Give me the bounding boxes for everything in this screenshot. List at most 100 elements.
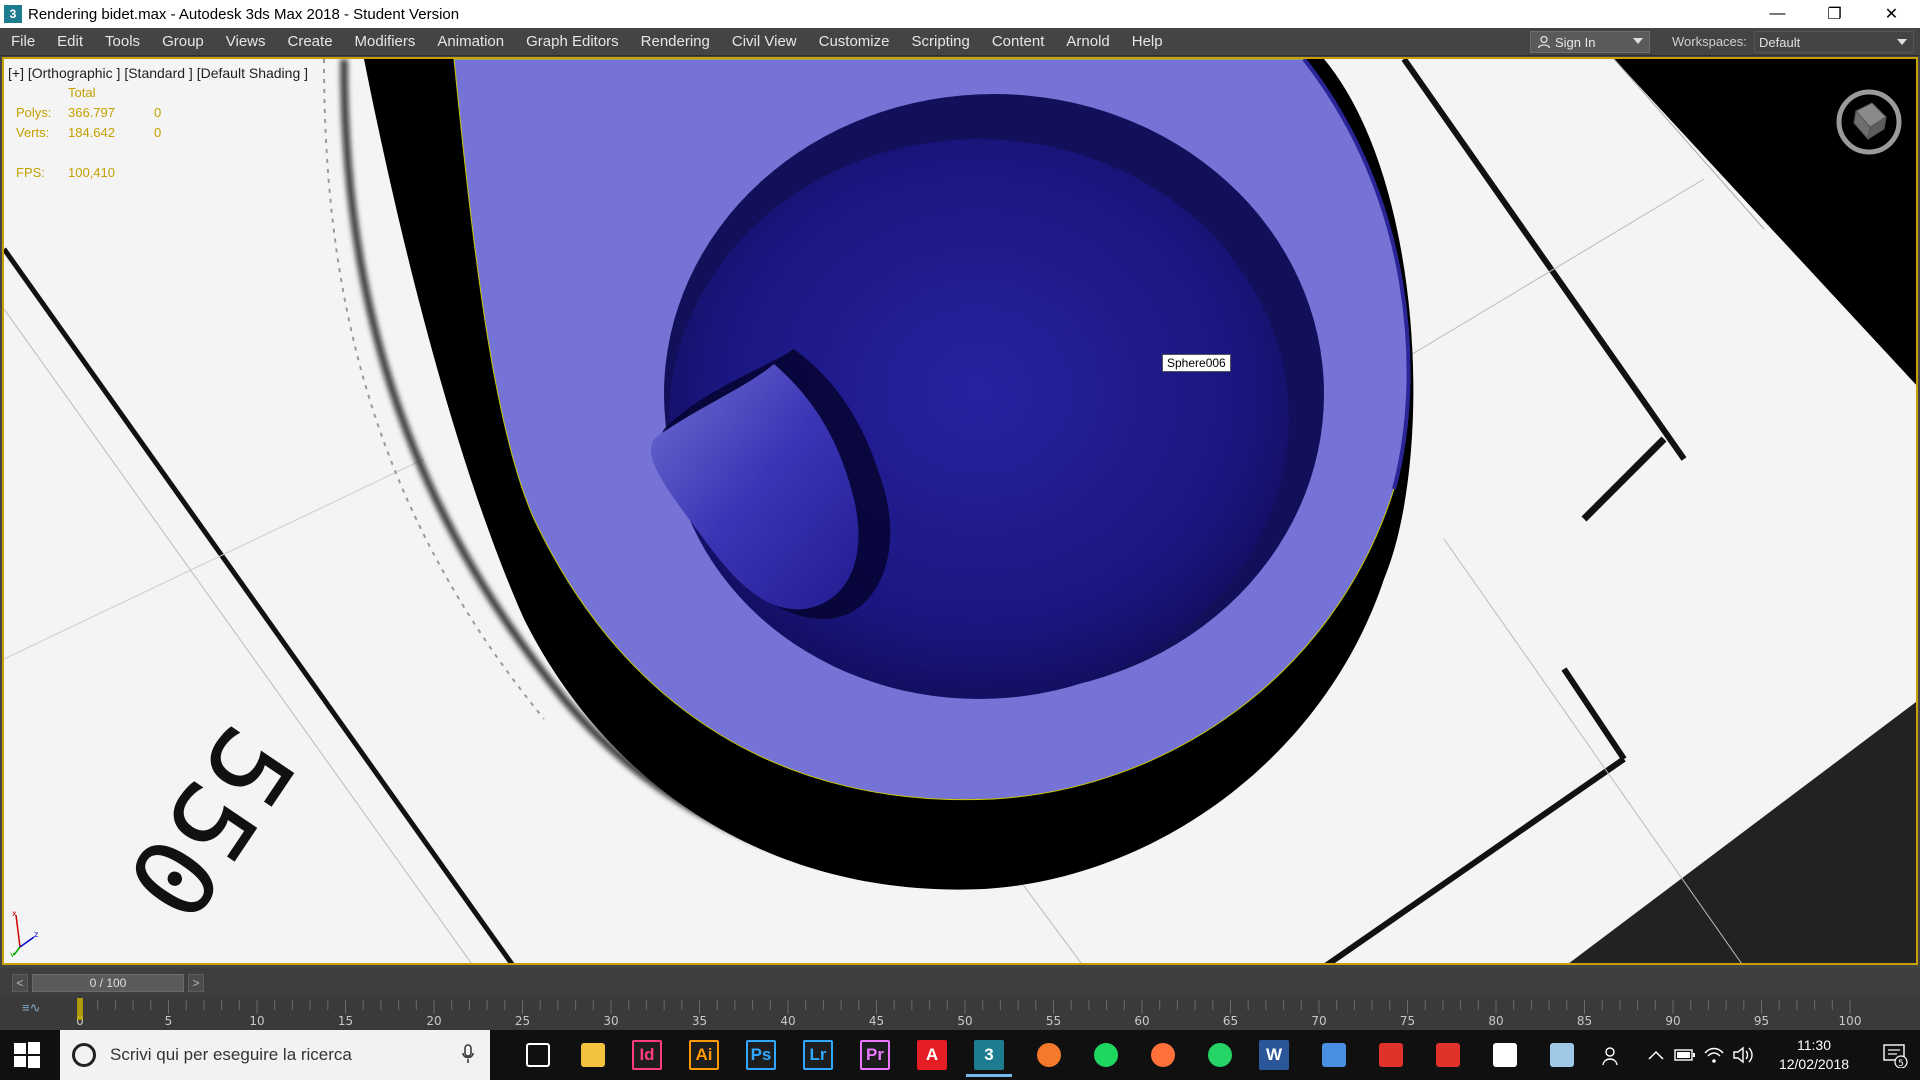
paint-taskbar-icon[interactable] — [1544, 1037, 1580, 1073]
menu-edit[interactable]: Edit — [46, 28, 94, 56]
track-tick-label: 30 — [603, 1014, 618, 1028]
menu-graph-editors[interactable]: Graph Editors — [515, 28, 630, 56]
sketchup-taskbar-icon[interactable] — [1373, 1037, 1409, 1073]
stats-polys-row: Polys: 366.797 0 — [16, 103, 161, 123]
chevron-up-icon[interactable] — [1648, 1050, 1664, 1060]
restore-button[interactable]: ❐ — [1806, 0, 1863, 28]
track-tick-label: 75 — [1400, 1014, 1415, 1028]
whatsapp-icon — [1208, 1043, 1232, 1067]
task-view-taskbar-icon[interactable] — [520, 1037, 556, 1073]
perspective-viewport[interactable]: 550 [+] [Orthographic ] [Standard ] [Def… — [2, 57, 1918, 965]
window-controls: — ❐ ✕ — [1749, 0, 1920, 28]
title-bar: 3 Rendering bidet.max - Autodesk 3ds Max… — [0, 0, 1920, 28]
acrobat-icon — [1436, 1043, 1460, 1067]
stats-verts-selected: 0 — [154, 125, 162, 140]
track-tick-label: 55 — [1046, 1014, 1061, 1028]
autocad-taskbar-icon[interactable]: A — [917, 1040, 947, 1070]
sign-in-dropdown[interactable]: Sign In — [1530, 31, 1650, 53]
menu-group[interactable]: Group — [151, 28, 215, 56]
volume-icon[interactable] — [1732, 1046, 1754, 1064]
close-button[interactable]: ✕ — [1863, 0, 1920, 28]
viewcube-icon[interactable] — [1834, 87, 1904, 157]
firefox-taskbar-icon[interactable] — [1145, 1037, 1181, 1073]
viewport-label[interactable]: [+] [Orthographic ] [Standard ] [Default… — [8, 65, 308, 81]
notification-count: 5 — [1898, 1059, 1904, 1068]
photos-taskbar-icon[interactable] — [1487, 1037, 1523, 1073]
track-tick-label: 90 — [1665, 1014, 1680, 1028]
menu-arnold[interactable]: Arnold — [1055, 28, 1120, 56]
track-tick-label: 70 — [1311, 1014, 1326, 1028]
wifi-icon[interactable] — [1704, 1046, 1724, 1064]
axis-tripod-icon: x z y — [10, 909, 38, 957]
clock-date: 12/02/2018 — [1778, 1056, 1850, 1072]
stats-polys-label: Polys: — [16, 105, 52, 120]
track-tick-label: 85 — [1577, 1014, 1592, 1028]
track-tick-label: 40 — [780, 1014, 795, 1028]
track-tick-label: 45 — [869, 1014, 884, 1028]
menu-help[interactable]: Help — [1121, 28, 1174, 56]
track-tick-label: 5 — [165, 1014, 173, 1028]
menu-tools[interactable]: Tools — [94, 28, 151, 56]
app-window: 3 Rendering bidet.max - Autodesk 3ds Max… — [0, 0, 1920, 1080]
blender-taskbar-icon[interactable] — [1031, 1037, 1067, 1073]
spotify-taskbar-icon[interactable] — [1088, 1037, 1124, 1073]
menu-animation[interactable]: Animation — [426, 28, 515, 56]
scene-dark-corner — [1569, 702, 1916, 963]
stats-polys-total: 366.797 — [68, 105, 115, 120]
people-icon[interactable] — [1602, 1045, 1624, 1067]
track-tick-label: 100 — [1839, 1014, 1862, 1028]
acrobat-taskbar-icon[interactable] — [1430, 1037, 1466, 1073]
whatsapp-taskbar-icon[interactable] — [1202, 1037, 1238, 1073]
indesign-taskbar-icon[interactable]: Id — [632, 1040, 662, 1070]
svg-text:x: x — [12, 909, 17, 918]
lightroom-taskbar-icon[interactable]: Lr — [803, 1040, 833, 1070]
illustrator-taskbar-icon[interactable]: Ai — [689, 1040, 719, 1070]
menu-content[interactable]: Content — [981, 28, 1056, 56]
photoshop-taskbar-icon[interactable]: Ps — [746, 1040, 776, 1070]
bidet-object[interactable] — [344, 59, 1414, 890]
3dsmax-app-icon[interactable]: 3 — [4, 5, 22, 23]
current-frame-marker[interactable] — [77, 998, 83, 1020]
menu-civil-view[interactable]: Civil View — [721, 28, 808, 56]
battery-icon[interactable] — [1674, 1048, 1696, 1062]
paint-icon — [1550, 1043, 1574, 1067]
windows-start-icon[interactable] — [12, 1040, 42, 1070]
menu-views[interactable]: Views — [215, 28, 277, 56]
action-center-icon[interactable]: 5 — [1882, 1042, 1908, 1068]
track-tick-label: 15 — [338, 1014, 353, 1028]
workspace-value: Default — [1759, 34, 1801, 50]
stats-fps-label: FPS: — [16, 165, 45, 180]
minimize-button[interactable]: — — [1749, 0, 1806, 28]
stats-verts-row: Verts: 184.642 0 — [16, 123, 161, 143]
track-tick-label: 50 — [957, 1014, 972, 1028]
chevron-down-icon — [1897, 39, 1907, 45]
store-icon — [1322, 1043, 1346, 1067]
track-bar[interactable]: ≡∿ 0 5 10 15 20 25 30 35 40 45 50 55 60 65 70 75 80 85 90 9… — [0, 996, 1920, 1030]
track-tick-label: 80 — [1488, 1014, 1503, 1028]
workspace-select[interactable]: Default — [1754, 31, 1914, 53]
taskbar-search-box[interactable]: Scrivi qui per eseguire la ricerca — [60, 1030, 490, 1080]
photos-icon — [1493, 1043, 1517, 1067]
word-taskbar-icon[interactable]: W — [1259, 1040, 1289, 1070]
menu-file[interactable]: File — [0, 28, 46, 56]
menu-scripting[interactable]: Scripting — [900, 28, 980, 56]
stats-verts-total: 184.642 — [68, 125, 115, 140]
menu-rendering[interactable]: Rendering — [630, 28, 721, 56]
menu-modifiers[interactable]: Modifiers — [344, 28, 427, 56]
store-taskbar-icon[interactable] — [1316, 1037, 1352, 1073]
system-clock[interactable]: 11:30 12/02/2018 — [1774, 1036, 1854, 1074]
menu-create[interactable]: Create — [277, 28, 344, 56]
time-prev-button[interactable]: < — [12, 974, 28, 992]
premiere-taskbar-icon[interactable]: Pr — [860, 1040, 890, 1070]
3dsmax-taskbar-icon[interactable]: 3 — [966, 1040, 1012, 1077]
microphone-icon[interactable] — [462, 1044, 474, 1064]
time-next-button[interactable]: > — [188, 974, 204, 992]
windows-taskbar: Scrivi qui per eseguire la ricerca Id Ai P… — [0, 1030, 1920, 1080]
menu-customize[interactable]: Customize — [808, 28, 901, 56]
window-title: Rendering bidet.max - Autodesk 3ds Max 2… — [28, 5, 460, 23]
time-slider[interactable]: 0 / 100 — [32, 974, 184, 992]
track-tick-label: 95 — [1754, 1014, 1769, 1028]
file-explorer-taskbar-icon[interactable] — [575, 1037, 611, 1073]
stats-fps-row: FPS: 100,410 — [16, 163, 161, 183]
firefox-icon — [1151, 1043, 1175, 1067]
